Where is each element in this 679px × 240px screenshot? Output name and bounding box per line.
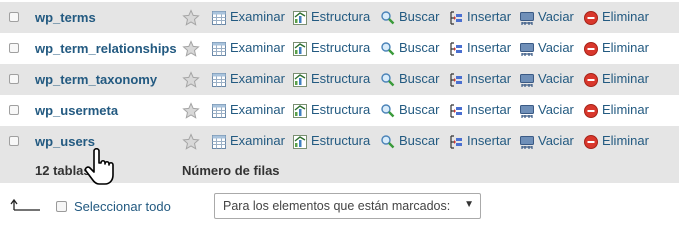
favorite-star-icon[interactable] — [182, 9, 200, 27]
row-checkbox[interactable] — [9, 12, 19, 22]
chevron-down-icon: ▼ — [464, 199, 474, 210]
browse-action-label: Examinar — [230, 9, 285, 24]
table-name-link[interactable]: wp_term_taxonomy — [35, 72, 157, 87]
empty-action-label: Vaciar — [538, 71, 574, 86]
table-row: wp_usermeta Examinar Estructura Buscar Inser… — [0, 95, 679, 126]
table-row: wp_terms Examinar Estructura Buscar Insertar… — [0, 2, 679, 33]
empty-action-label: Vaciar — [538, 133, 574, 148]
drop-action-label: Eliminar — [602, 133, 649, 148]
row-checkbox[interactable] — [9, 74, 19, 84]
with-selected-value: Para los elementos que están marcados: — [223, 199, 451, 213]
structure-action-label: Estructura — [311, 102, 371, 117]
with-selected-dropdown[interactable]: Para los elementos que están marcados: ▼ — [214, 193, 481, 219]
row-count-header: Número de filas — [182, 163, 280, 178]
search-action-label: Buscar — [399, 40, 440, 55]
structure-action-label: Estructura — [311, 40, 371, 55]
table-name-link[interactable]: wp_term_relationships — [35, 41, 177, 56]
structure-action-label: Estructura — [311, 9, 371, 24]
favorite-star-icon[interactable] — [182, 102, 200, 120]
empty-action-label: Vaciar — [538, 9, 574, 24]
insert-action-label: Insertar — [467, 40, 512, 55]
drop-action-label: Eliminar — [602, 102, 649, 117]
hand-cursor-icon — [84, 147, 114, 185]
empty-action-label: Vaciar — [538, 40, 574, 55]
row-checkbox[interactable] — [9, 43, 19, 53]
search-action-label: Buscar — [399, 133, 440, 148]
empty-action-label: Vaciar — [538, 102, 574, 117]
drop-action-label: Eliminar — [602, 40, 649, 55]
search-action-label: Buscar — [399, 71, 440, 86]
favorite-star-icon[interactable] — [182, 71, 200, 89]
browse-action-label: Examinar — [230, 71, 285, 86]
table-row: wp_term_taxonomy Examinar Estructura Buscar… — [0, 64, 679, 95]
browse-action-label: Examinar — [230, 40, 285, 55]
favorite-star-icon[interactable] — [182, 133, 200, 151]
row-checkbox[interactable] — [9, 105, 19, 115]
row-checkbox[interactable] — [9, 136, 19, 146]
table-row: wp_term_relationships Examinar Estructura B… — [0, 33, 679, 64]
drop-action-label: Eliminar — [602, 9, 649, 24]
corner-arrow-icon — [10, 198, 40, 211]
search-action-label: Buscar — [399, 9, 440, 24]
search-action-label: Buscar — [399, 102, 440, 117]
select-all-label[interactable]: Seleccionar todo — [74, 199, 171, 214]
table-count: 12 tablas — [35, 163, 91, 178]
table-name-link[interactable]: wp_terms — [35, 10, 96, 25]
insert-action-label: Insertar — [467, 102, 512, 117]
drop-action-label: Eliminar — [602, 71, 649, 86]
structure-action-label: Estructura — [311, 71, 371, 86]
favorite-star-icon[interactable] — [182, 40, 200, 58]
select-all-checkbox[interactable] — [56, 201, 67, 212]
structure-action-label: Estructura — [311, 133, 371, 148]
insert-action-label: Insertar — [467, 9, 512, 24]
insert-action-label: Insertar — [467, 133, 512, 148]
table-name-link[interactable]: wp_usermeta — [35, 103, 118, 118]
browse-action-label: Examinar — [230, 102, 285, 117]
browse-action-label: Examinar — [230, 133, 285, 148]
insert-action-label: Insertar — [467, 71, 512, 86]
